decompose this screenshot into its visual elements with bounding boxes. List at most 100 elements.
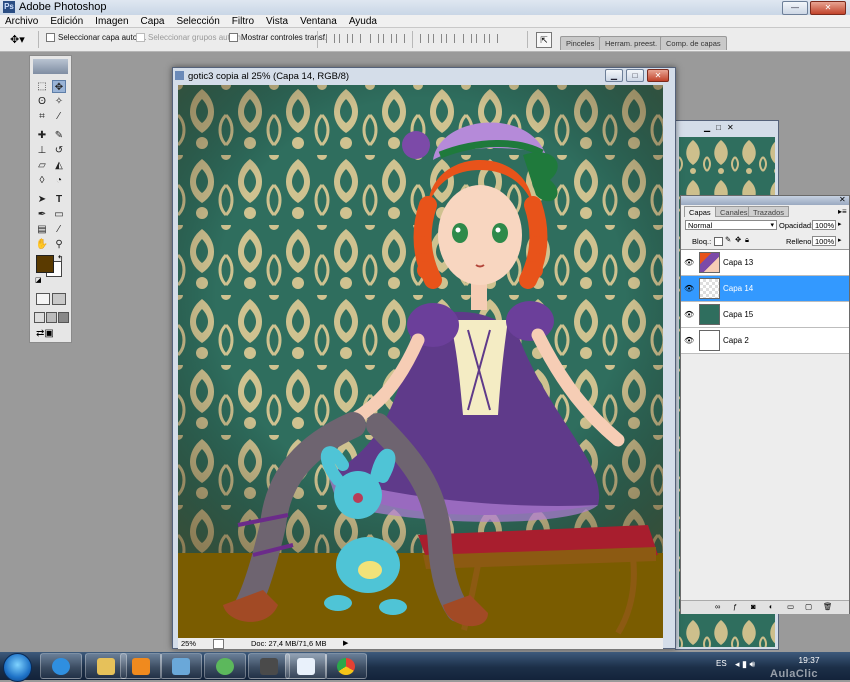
new-layer-icon[interactable]: ▢ — [805, 602, 812, 611]
start-button-windows-icon[interactable] — [3, 653, 32, 682]
distribute-left-icon[interactable] — [463, 34, 472, 43]
align-vcenter-icon[interactable] — [339, 34, 348, 43]
lock-pixels-icon[interactable]: ✎ — [725, 235, 731, 244]
visibility-eye-icon[interactable]: 👁︎ — [684, 310, 694, 319]
opacity-slider-arrow-icon[interactable]: ▸ — [838, 220, 842, 228]
layer-row[interactable]: 👁︎ Capa 13 — [681, 250, 849, 276]
default-colors-icon[interactable]: ◪ — [35, 276, 42, 284]
history-brush-tool-icon[interactable]: ↺ — [52, 144, 66, 157]
taskbar-app-2[interactable] — [248, 653, 290, 679]
blur-tool-icon[interactable]: ◊ — [35, 174, 49, 187]
fill-slider-arrow-icon[interactable]: ▸ — [838, 236, 842, 244]
rectangle-tool-icon[interactable]: ▭ — [52, 208, 66, 221]
menu-archivo[interactable]: Archivo — [4, 16, 39, 27]
distribute-hcenter-icon[interactable] — [476, 34, 485, 43]
distribute-right-icon[interactable] — [489, 34, 498, 43]
align-hcenter-icon[interactable] — [383, 34, 392, 43]
well-tab-comp-de-capas[interactable]: Comp. de capas — [660, 36, 727, 50]
artwork-canvas[interactable] — [178, 85, 663, 638]
new-group-icon[interactable]: ▭ — [787, 602, 794, 611]
tab-trazados[interactable]: Trazados — [748, 206, 789, 217]
magic-wand-tool-icon[interactable]: ✧ — [52, 95, 66, 108]
tools-panel-header[interactable] — [33, 59, 68, 74]
doc-maximize-button[interactable]: □ — [626, 69, 644, 82]
bg-minimize-icon[interactable]: ▁ — [704, 123, 710, 132]
hand-tool-icon[interactable]: ✋ — [35, 238, 49, 251]
auto-select-layer-checkbox[interactable] — [46, 33, 55, 42]
swap-colors-icon[interactable]: ↰ — [57, 254, 64, 263]
pen-tool-icon[interactable]: ✒ — [35, 208, 49, 221]
healing-brush-tool-icon[interactable]: ✚ — [35, 129, 49, 142]
foreground-color-swatch[interactable] — [36, 255, 54, 273]
eyedropper-tool-icon[interactable]: ⁄ — [52, 223, 66, 236]
layer-row[interactable]: 👁︎ Capa 15 — [681, 302, 849, 328]
marquee-tool-icon[interactable]: ⬚ — [35, 80, 49, 93]
lasso-tool-icon[interactable]: ʘ — [35, 95, 49, 108]
bg-close-icon[interactable]: ✕ — [727, 123, 734, 132]
minimize-button[interactable]: — — [782, 1, 808, 15]
bg-maximize-icon[interactable]: □ — [716, 123, 721, 132]
fill-input[interactable]: 100% — [812, 236, 836, 246]
menu-ventana[interactable]: Ventana — [299, 16, 338, 27]
crop-tool-icon[interactable]: ⌗ — [35, 110, 49, 123]
doc-close-button[interactable]: ✕ — [647, 69, 669, 82]
go-to-bridge-icon[interactable]: ⇱ — [536, 32, 552, 48]
well-tab-pinceles[interactable]: Pinceles — [560, 36, 601, 50]
visibility-eye-icon[interactable]: 👁︎ — [684, 336, 694, 345]
tab-canales[interactable]: Canales — [715, 206, 753, 217]
paint-bucket-tool-icon[interactable]: ◭ — [52, 159, 66, 172]
layers-panel-menu-icon[interactable]: ▸≡ — [838, 207, 847, 216]
lock-transparency-icon[interactable] — [714, 237, 723, 246]
distribute-top-icon[interactable] — [420, 34, 429, 43]
align-top-icon[interactable] — [326, 34, 335, 43]
close-button[interactable]: ✕ — [810, 1, 846, 15]
auto-select-layer-option[interactable]: Seleccionar capa autom. — [46, 33, 146, 42]
menu-edicion[interactable]: Edición — [49, 16, 84, 27]
layer-row-selected[interactable]: 👁︎ Capa 14 — [681, 276, 849, 302]
tab-capas[interactable]: Capas — [684, 206, 716, 217]
taskbar-photoshop[interactable] — [285, 653, 327, 679]
notes-tool-icon[interactable]: ▤ — [35, 223, 49, 236]
document-window[interactable]: gotic3 copia al 25% (Capa 14, RGB/8) ▁ □… — [172, 67, 676, 649]
taskbar-media-player[interactable] — [120, 653, 162, 679]
screen-mode-full-icon[interactable] — [58, 312, 69, 323]
zoom-level[interactable]: 25% — [181, 638, 196, 649]
visibility-eye-icon[interactable]: 👁︎ — [684, 284, 694, 293]
menu-filtro[interactable]: Filtro — [231, 16, 255, 27]
lock-all-icon[interactable]: 🔒︎ — [745, 235, 749, 245]
menu-ayuda[interactable]: Ayuda — [348, 16, 378, 27]
distribute-bottom-icon[interactable] — [446, 34, 455, 43]
menu-imagen[interactable]: Imagen — [94, 16, 129, 27]
tray-icons[interactable]: ◂ ▮ 🔊︎ — [735, 659, 755, 670]
distribute-vcenter-icon[interactable] — [433, 34, 442, 43]
taskbar-internet-explorer[interactable] — [40, 653, 82, 679]
layer-row[interactable]: 👁︎ Capa 2 — [681, 328, 849, 354]
taskbar-chrome[interactable] — [325, 653, 367, 679]
align-right-icon[interactable] — [396, 34, 405, 43]
screen-mode-standard-icon[interactable] — [34, 312, 45, 323]
show-transform-checkbox[interactable] — [229, 33, 238, 42]
clock[interactable]: 19:37 — [791, 655, 827, 665]
move-tool-icon[interactable]: ✥ — [52, 80, 66, 93]
delete-layer-icon[interactable]: 🗑︎ — [823, 602, 833, 611]
menu-seleccion[interactable]: Selección — [175, 16, 220, 27]
align-left-icon[interactable] — [370, 34, 379, 43]
visibility-eye-icon[interactable]: 👁︎ — [684, 258, 694, 267]
zoom-tool-icon[interactable]: ⚲ — [52, 238, 66, 251]
zoom-options-icon[interactable] — [213, 639, 224, 649]
eraser-tool-icon[interactable]: ▱ — [35, 159, 49, 172]
slice-tool-icon[interactable]: ⁄ — [52, 110, 66, 123]
quick-mask-mode-icon[interactable] — [52, 293, 66, 305]
doc-minimize-button[interactable]: ▁ — [605, 69, 623, 82]
layer-style-icon[interactable]: ƒ — [733, 602, 737, 611]
layers-panel-titlebar[interactable]: ✕ — [681, 195, 849, 205]
show-transform-option[interactable]: Mostrar controles transf. — [229, 33, 327, 42]
status-menu-arrow-icon[interactable]: ▶ — [343, 638, 348, 649]
type-tool-icon[interactable]: T — [52, 193, 66, 206]
menu-vista[interactable]: Vista — [265, 16, 289, 27]
standard-mode-icon[interactable] — [36, 293, 50, 305]
opacity-input[interactable]: 100% — [812, 220, 836, 230]
dodge-tool-icon[interactable]: ◔ — [52, 174, 66, 187]
path-selection-tool-icon[interactable]: ➤ — [35, 193, 49, 206]
move-tool-preset-icon[interactable]: ✥▾ — [10, 33, 25, 46]
